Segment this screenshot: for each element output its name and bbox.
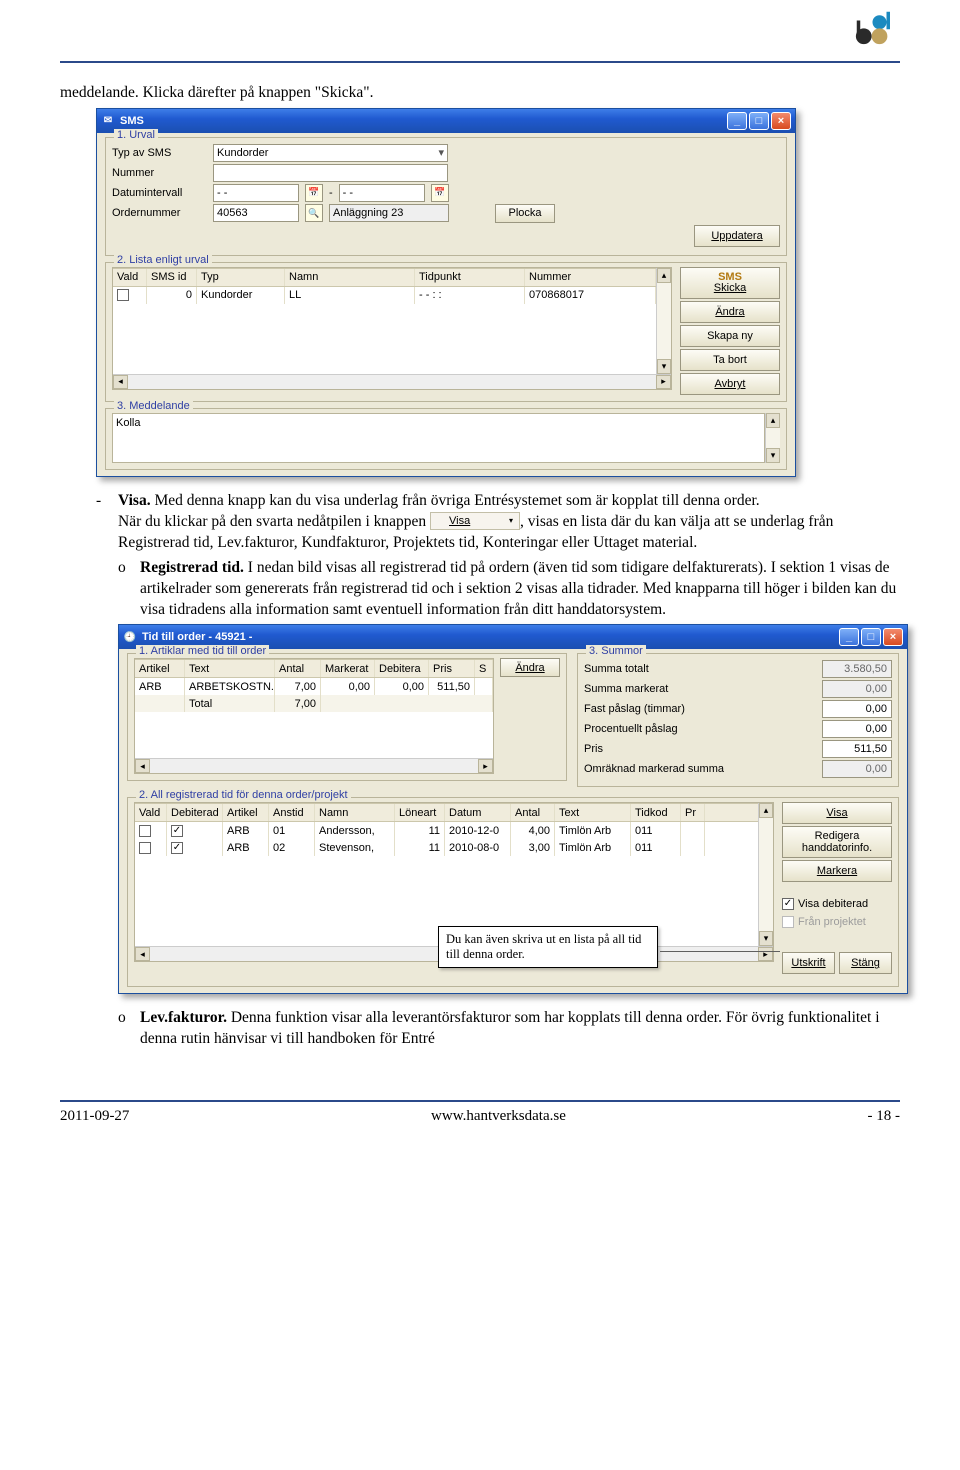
section-2-legend: 2. Lista enligt urval (114, 254, 212, 266)
stang-button[interactable]: Stäng (839, 952, 892, 974)
page-footer: 2011-09-27 www.hantverksdata.se - 18 - (60, 1100, 900, 1125)
sms-skicka-button[interactable]: SMS Skicka (680, 267, 780, 299)
utskrift-callout: Du kan även skriva ut en lista på all ti… (438, 926, 658, 968)
summa-markerat-value: 0,00 (822, 680, 892, 698)
tid-till-order-window: 🕘 Tid till order - 45921 - _ □ × 1. Arti… (118, 624, 908, 994)
visa-debiterad-label: Visa debiterad (798, 898, 868, 910)
levfakturor-bullet: o Lev.fakturor. Denna funktion visar all… (118, 1008, 900, 1050)
window-icon: 🕘 (123, 630, 137, 644)
plocka-button[interactable]: Plocka (495, 204, 555, 223)
tid-title: Tid till order - 45921 - (142, 631, 252, 643)
lookup-icon[interactable]: 🔍 (305, 204, 323, 222)
label-typ-sms: Typ av SMS (112, 147, 207, 159)
horizontal-scrollbar[interactable]: ◂▸ (113, 374, 671, 389)
window-icon: ✉ (101, 114, 115, 128)
skapa-ny-button[interactable]: Skapa ny (680, 325, 780, 347)
omraknad-value: 0,00 (822, 760, 892, 778)
date-to-input[interactable]: - - (339, 184, 425, 202)
tid-sec3-legend: 3. Summor (586, 645, 646, 657)
label-datumintervall: Datumintervall (112, 187, 207, 199)
label-summa-totalt: Summa totalt (584, 663, 816, 675)
avbryt-button[interactable]: Avbryt (680, 373, 780, 395)
vertical-scrollbar[interactable]: ▴▾ (656, 268, 671, 374)
summa-totalt-value: 3.580,50 (822, 660, 892, 678)
visa-button[interactable]: Visa (782, 802, 892, 824)
procentuellt-paslag-input[interactable]: 0,00 (822, 720, 892, 738)
tid-grid2-header: Vald Debiterad Artikel Anstid Namn Lönea… (135, 803, 758, 822)
row-checkbox[interactable] (139, 825, 151, 837)
section-3-legend: 3. Meddelande (114, 400, 193, 412)
ordernummer-input[interactable]: 40563 (213, 204, 299, 222)
tid-grid2-row[interactable]: ✓ARB01Andersson,112010-12-04,00Timlön Ar… (135, 822, 758, 839)
maximize-button[interactable]: □ (749, 112, 769, 130)
label-ordernummer: Ordernummer (112, 207, 207, 219)
footer-date: 2011-09-27 (60, 1108, 129, 1125)
tid-grid1-header: Artikel Text Antal Markerat Debitera Pri… (135, 659, 493, 678)
calendar-icon[interactable]: 📅 (431, 184, 449, 202)
row-checkbox[interactable] (117, 289, 129, 301)
fran-projektet-label: Från projektet (798, 916, 866, 928)
label-omraknad: Omräknad markerad summa (584, 763, 816, 775)
label-summa-markerat: Summa markerat (584, 683, 816, 695)
tid-sec2-legend: 2. All registrerad tid för denna order/p… (136, 789, 351, 801)
debiterad-checkbox[interactable]: ✓ (171, 842, 183, 854)
markera-button[interactable]: Markera (782, 860, 892, 882)
label-pris: Pris (584, 743, 816, 755)
ta-bort-button[interactable]: Ta bort (680, 349, 780, 371)
nummer-input[interactable] (213, 164, 448, 182)
date-from-input[interactable]: - - (213, 184, 299, 202)
tid-grid2-row[interactable]: ✓ARB02Stevenson,112010-08-03,00Timlön Ar… (135, 839, 758, 856)
close-button[interactable]: × (771, 112, 791, 130)
intro-paragraph: meddelande. Klicka därefter på knappen "… (60, 83, 900, 104)
pris-input[interactable]: 511,50 (822, 740, 892, 758)
visa-dropdown-button[interactable]: Visa▾ (430, 512, 520, 530)
label-nummer: Nummer (112, 167, 207, 179)
debiterad-checkbox[interactable]: ✓ (171, 825, 183, 837)
tid-grid1-row[interactable]: ARB ARBETSKOSTN. 7,00 0,00 0,00 511,50 (135, 678, 493, 695)
maximize-button[interactable]: □ (861, 628, 881, 646)
horizontal-scrollbar[interactable]: ◂▸ (135, 758, 493, 773)
typ-sms-select[interactable]: Kundorder (213, 144, 448, 162)
andra-button[interactable]: Ändra (500, 658, 560, 677)
sms-title: SMS (120, 115, 144, 127)
footer-url: www.hantverksdata.se (431, 1108, 566, 1125)
label-fast-paslag: Fast påslag (timmar) (584, 703, 816, 715)
close-button[interactable]: × (883, 628, 903, 646)
company-logo (60, 10, 900, 57)
sms-grid-row[interactable]: 0 Kundorder LL - - : : 070868017 (113, 287, 656, 304)
visa-bullet: - Visa. Med denna knapp kan du visa unde… (96, 491, 900, 554)
minimize-button[interactable]: _ (839, 628, 859, 646)
meddelande-textarea[interactable]: Kolla (112, 413, 765, 463)
vertical-scrollbar[interactable]: ▴▾ (765, 413, 780, 463)
andra-button[interactable]: Ändra (680, 301, 780, 323)
redigera-handdatorinfo-button[interactable]: Redigera handdatorinfo. (782, 826, 892, 858)
registrerad-tid-bullet: o Registrerad tid. I nedan bild visas al… (118, 558, 900, 621)
sms-grid-header: Vald SMS id Typ Namn Tidpunkt Nummer (113, 268, 656, 287)
visa-debiterad-checkbox[interactable]: ✓ (782, 898, 794, 910)
minimize-button[interactable]: _ (727, 112, 747, 130)
sms-window: ✉ SMS _ □ × 1. Urval Typ av SMS Kundorde… (96, 108, 796, 477)
callout-connector (660, 951, 780, 952)
anlaggning-display: Anläggning 23 (329, 204, 449, 222)
footer-page: - 18 - (867, 1108, 900, 1125)
fran-projektet-checkbox (782, 916, 794, 928)
header-rule (60, 61, 900, 63)
calendar-icon[interactable]: 📅 (305, 184, 323, 202)
label-procentuellt-paslag: Procentuellt påslag (584, 723, 816, 735)
uppdatera-button[interactable]: Uppdatera (694, 225, 780, 247)
row-checkbox[interactable] (139, 842, 151, 854)
vertical-scrollbar[interactable]: ▴▾ (758, 803, 773, 946)
sms-titlebar[interactable]: ✉ SMS _ □ × (97, 109, 795, 133)
section-1-legend: 1. Urval (114, 129, 158, 141)
fast-paslag-input[interactable]: 0,00 (822, 700, 892, 718)
utskrift-button[interactable]: Utskrift (782, 952, 835, 974)
tid-sec1-legend: 1. Artiklar med tid till order (136, 645, 269, 657)
